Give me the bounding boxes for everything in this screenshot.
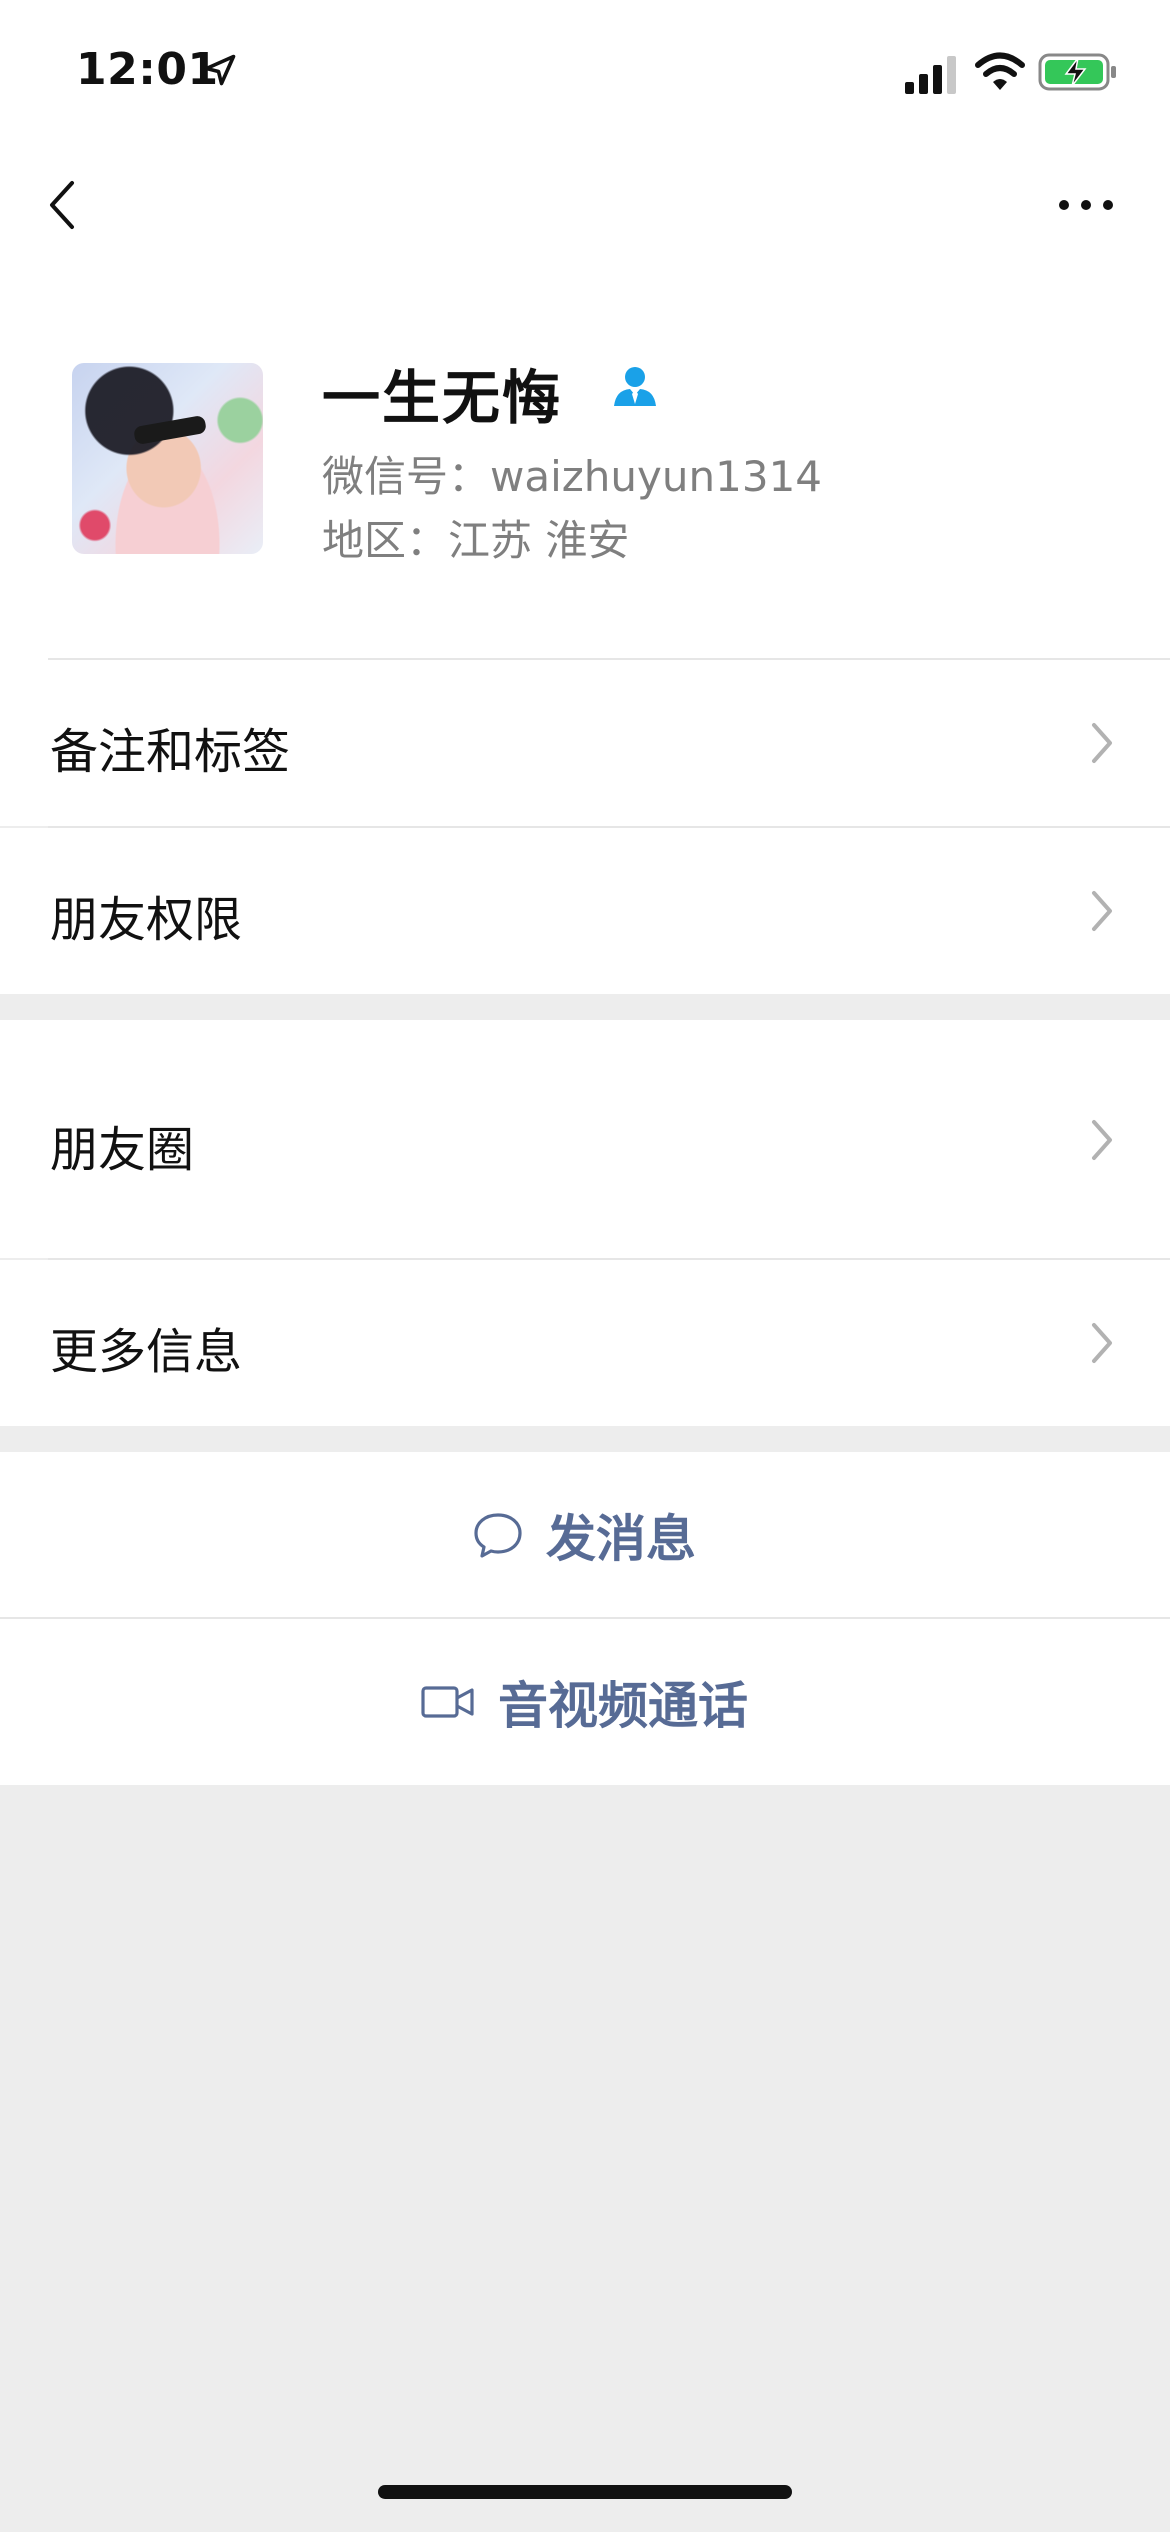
chevron-right-icon bbox=[1092, 723, 1112, 763]
wechat-id: 微信号：waizhuyun1314 bbox=[322, 452, 823, 501]
video-call-label: 音视频通话 bbox=[498, 1677, 748, 1735]
navigation-bar bbox=[0, 145, 1170, 265]
person-badge-icon bbox=[614, 367, 656, 406]
location-arrow-icon bbox=[204, 54, 236, 86]
row-label: 更多信息 bbox=[50, 1324, 243, 1380]
row-more-info[interactable]: 更多信息 bbox=[0, 1260, 1170, 1426]
profile-header: 一生无悔 微信号：waizhuyun1314 地区：江苏 淮安 bbox=[0, 265, 1170, 660]
row-friend-permissions[interactable]: 朋友权限 bbox=[0, 828, 1170, 994]
chevron-right-icon bbox=[1092, 1120, 1112, 1160]
row-label: 备注和标签 bbox=[50, 724, 291, 780]
back-chevron-icon[interactable] bbox=[36, 175, 96, 235]
home-indicator[interactable] bbox=[378, 2485, 792, 2499]
status-time: 12:01 bbox=[76, 44, 219, 95]
send-message-label: 发消息 bbox=[546, 1510, 696, 1568]
row-moments[interactable]: 朋友圈 bbox=[0, 1020, 1170, 1258]
row-label: 朋友圈 bbox=[50, 1122, 195, 1178]
video-call-button[interactable]: 音视频通话 bbox=[0, 1619, 1170, 1785]
chevron-right-icon bbox=[1092, 891, 1112, 931]
profile-name: 一生无悔 bbox=[322, 364, 563, 432]
row-label: 朋友权限 bbox=[50, 892, 243, 948]
send-message-button[interactable]: 发消息 bbox=[0, 1452, 1170, 1618]
cellular-signal-icon bbox=[905, 56, 956, 94]
wifi-icon bbox=[975, 52, 1025, 90]
contact-profile-screen: 12:01 一生无悔 微信号：waizhuyun1314 地区：江苏 淮安 备注… bbox=[0, 0, 1170, 2532]
battery-charging-icon bbox=[1038, 53, 1116, 91]
chevron-right-icon bbox=[1092, 1323, 1112, 1363]
chat-bubble-icon bbox=[474, 1513, 522, 1558]
status-bar: 12:01 bbox=[0, 0, 1170, 145]
avatar[interactable] bbox=[72, 363, 263, 554]
video-camera-icon bbox=[421, 1686, 474, 1718]
row-remarks-tags[interactable]: 备注和标签 bbox=[0, 660, 1170, 826]
more-ellipsis-icon[interactable] bbox=[1050, 175, 1122, 235]
region: 地区：江苏 淮安 bbox=[322, 516, 630, 565]
